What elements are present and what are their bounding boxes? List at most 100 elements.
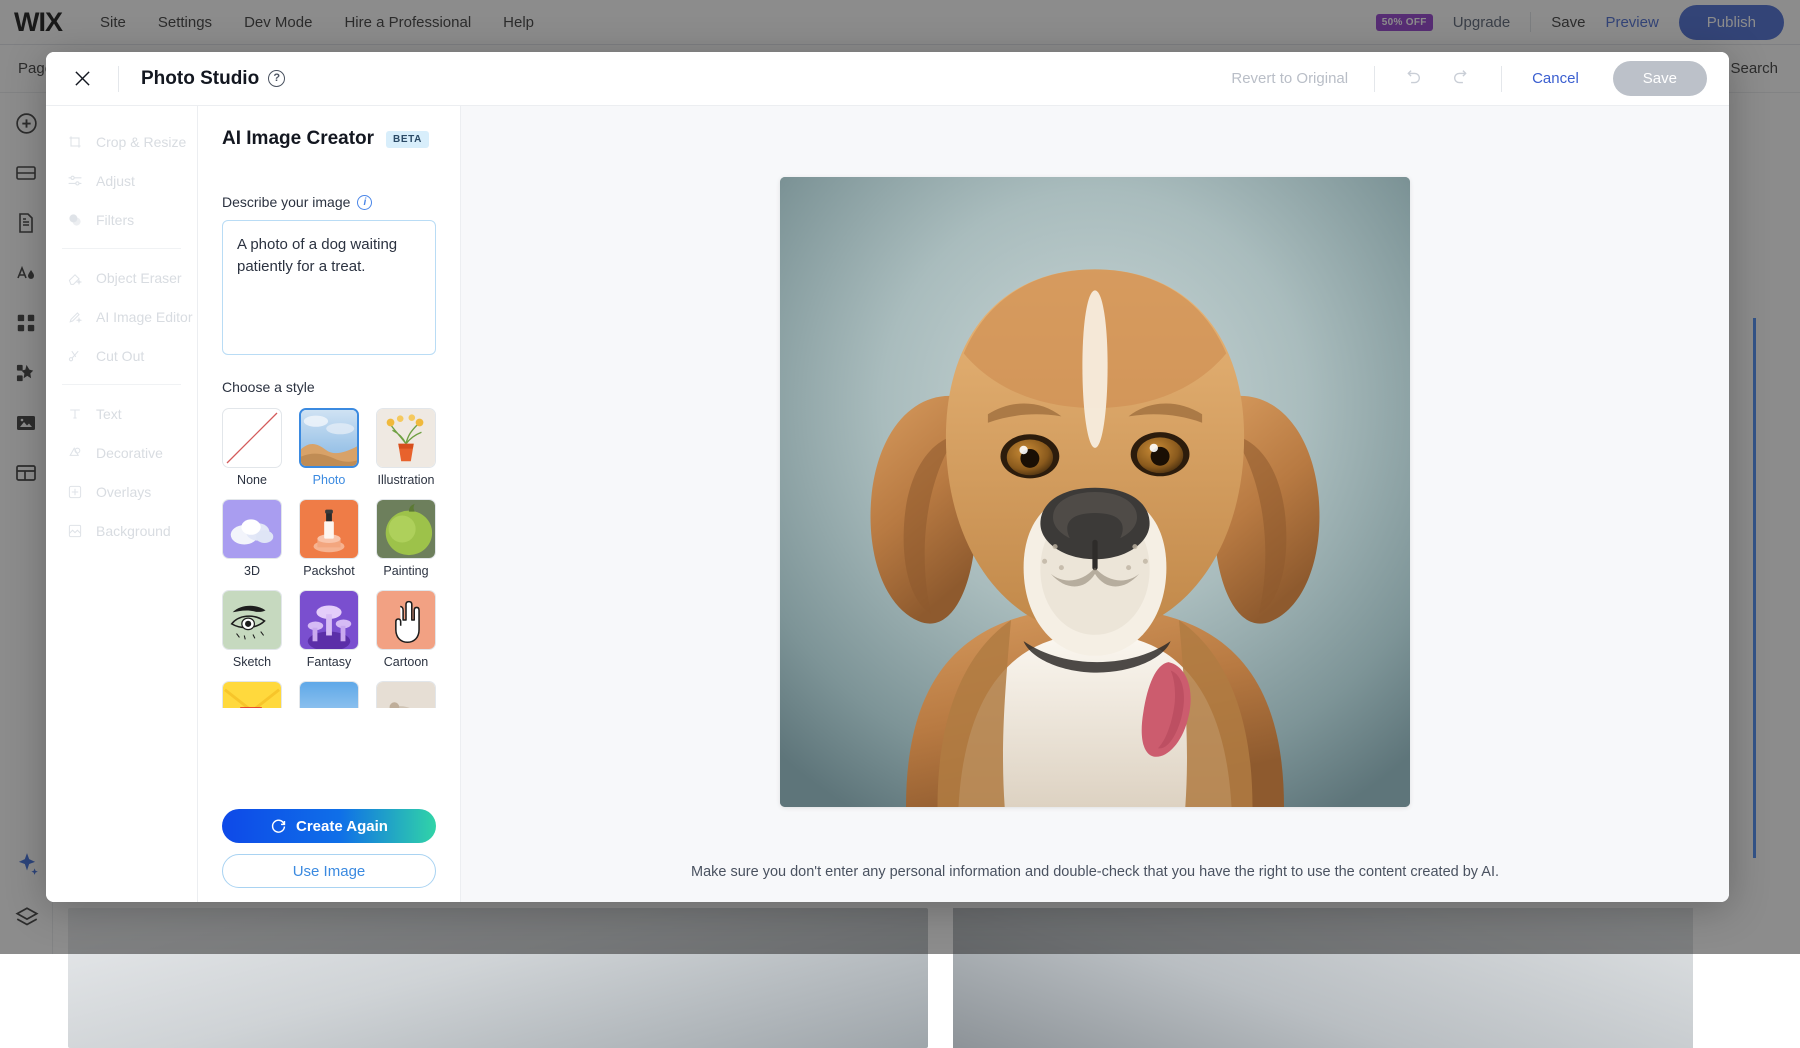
sidebar-item-label: Object Eraser xyxy=(96,270,182,286)
sidebar-item-label: Text xyxy=(96,406,122,422)
use-image-button[interactable]: Use Image xyxy=(222,854,436,888)
divider xyxy=(118,66,119,92)
sidebar-item-text[interactable]: Text xyxy=(46,394,197,433)
close-icon[interactable] xyxy=(68,65,96,93)
filters-icon xyxy=(66,211,83,228)
style-label: Painting xyxy=(376,564,436,578)
style-swatch-none xyxy=(222,408,282,468)
style-grid: None Photo xyxy=(222,408,436,708)
ai-image-creator-panel: AI Image Creator BETA Describe your imag… xyxy=(198,106,461,902)
sidebar-item-label: Adjust xyxy=(96,173,135,189)
style-option-packshot[interactable]: Packshot xyxy=(299,499,359,578)
style-swatch-minimal xyxy=(299,681,359,708)
sidebar-item-label: Overlays xyxy=(96,484,151,500)
modal-header: Photo Studio? Revert to Original Cancel … xyxy=(46,52,1729,106)
sidebar-item-crop-resize[interactable]: Crop & Resize xyxy=(46,122,197,161)
photo-studio-nav: Crop & Resize Adjust Filters Object Er xyxy=(46,106,198,902)
create-again-button[interactable]: Create Again xyxy=(222,809,436,843)
style-swatch-packshot xyxy=(299,499,359,559)
sidebar-item-overlays[interactable]: Overlays xyxy=(46,472,197,511)
adjust-sliders-icon xyxy=(66,172,83,189)
sidebar-item-label: Cut Out xyxy=(96,348,144,364)
divider xyxy=(62,384,181,385)
dog-illustration xyxy=(780,177,1410,807)
sidebar-item-filters[interactable]: Filters xyxy=(46,200,197,239)
style-label: Sketch xyxy=(222,655,282,669)
sidebar-item-label: AI Image Editor xyxy=(96,309,193,325)
ai-brush-icon xyxy=(66,308,83,325)
decorative-icon xyxy=(66,444,83,461)
style-swatch-fantasy xyxy=(299,590,359,650)
style-label: Photo xyxy=(299,473,359,487)
text-icon xyxy=(66,405,83,422)
sidebar-item-label: Background xyxy=(96,523,171,539)
revert-to-original-button[interactable]: Revert to Original xyxy=(1231,70,1374,87)
redo-icon[interactable] xyxy=(1451,67,1475,91)
style-option-fantasy[interactable]: Fantasy xyxy=(299,590,359,669)
style-option-illustration[interactable]: Illustration xyxy=(376,408,436,487)
image-preview-area: Make sure you don't enter any personal i… xyxy=(461,106,1729,902)
choose-style-label: Choose a style xyxy=(222,379,436,395)
style-label: None xyxy=(222,473,282,487)
style-option-sketch[interactable]: Sketch xyxy=(222,590,282,669)
ai-disclaimer: Make sure you don't enter any personal i… xyxy=(461,864,1729,880)
info-icon[interactable]: i xyxy=(357,195,372,210)
style-option-none[interactable]: None xyxy=(222,408,282,487)
sidebar-item-background[interactable]: Background xyxy=(46,511,197,550)
photo-studio-modal: Photo Studio? Revert to Original Cancel … xyxy=(46,52,1729,902)
style-option-painting[interactable]: Painting xyxy=(376,499,436,578)
divider xyxy=(62,248,181,249)
style-option-3d[interactable]: 3D xyxy=(222,499,282,578)
sidebar-item-decorative[interactable]: Decorative xyxy=(46,433,197,472)
style-swatch-cartoon xyxy=(376,590,436,650)
sidebar-item-label: Filters xyxy=(96,212,134,228)
cancel-button[interactable]: Cancel xyxy=(1502,70,1613,87)
style-option-pop[interactable] xyxy=(222,681,282,708)
panel-title: AI Image Creator xyxy=(222,128,374,150)
modal-header-actions: Revert to Original Cancel Save xyxy=(1231,61,1707,96)
sidebar-item-cut-out[interactable]: Cut Out xyxy=(46,336,197,375)
save-button[interactable]: Save xyxy=(1613,61,1707,96)
cut-out-icon xyxy=(66,347,83,364)
style-swatch-photo xyxy=(299,408,359,468)
object-eraser-icon xyxy=(66,269,83,286)
style-label: Cartoon xyxy=(376,655,436,669)
undo-icon[interactable] xyxy=(1401,67,1425,91)
style-swatch-3d xyxy=(222,499,282,559)
sidebar-item-adjust[interactable]: Adjust xyxy=(46,161,197,200)
describe-label: Describe your image xyxy=(222,194,350,210)
modal-title-text: Photo Studio xyxy=(141,68,259,89)
beta-badge: BETA xyxy=(386,131,429,148)
style-label: Fantasy xyxy=(299,655,359,669)
describe-field-label-row: Describe your image i xyxy=(222,194,436,210)
panel-header: AI Image Creator BETA xyxy=(222,128,436,150)
refresh-icon xyxy=(270,818,287,835)
generated-image[interactable] xyxy=(780,177,1410,807)
style-label: Illustration xyxy=(376,473,436,487)
style-swatch-painting xyxy=(376,499,436,559)
create-again-label: Create Again xyxy=(296,818,388,835)
style-option-cartoon[interactable]: Cartoon xyxy=(376,590,436,669)
sidebar-item-label: Crop & Resize xyxy=(96,134,186,150)
style-option-minimal[interactable] xyxy=(299,681,359,708)
style-label: 3D xyxy=(222,564,282,578)
style-option-vintage[interactable] xyxy=(376,681,436,708)
style-label: Packshot xyxy=(299,564,359,578)
help-icon[interactable]: ? xyxy=(268,70,285,87)
sidebar-item-ai-image-editor[interactable]: AI Image Editor xyxy=(46,297,197,336)
background-icon xyxy=(66,522,83,539)
crop-resize-icon xyxy=(66,133,83,150)
style-swatch-vintage xyxy=(376,681,436,708)
sidebar-item-label: Decorative xyxy=(96,445,163,461)
undo-redo-group xyxy=(1375,67,1501,91)
page-title: Photo Studio? xyxy=(141,68,285,90)
style-swatch-pop xyxy=(222,681,282,708)
describe-image-input[interactable] xyxy=(222,220,436,355)
style-option-photo[interactable]: Photo xyxy=(299,408,359,487)
style-swatch-sketch xyxy=(222,590,282,650)
modal-body: Crop & Resize Adjust Filters Object Er xyxy=(46,106,1729,902)
sidebar-item-object-eraser[interactable]: Object Eraser xyxy=(46,258,197,297)
overlays-icon xyxy=(66,483,83,500)
style-swatch-illustration xyxy=(376,408,436,468)
panel-action-buttons: Create Again Use Image xyxy=(222,799,436,888)
